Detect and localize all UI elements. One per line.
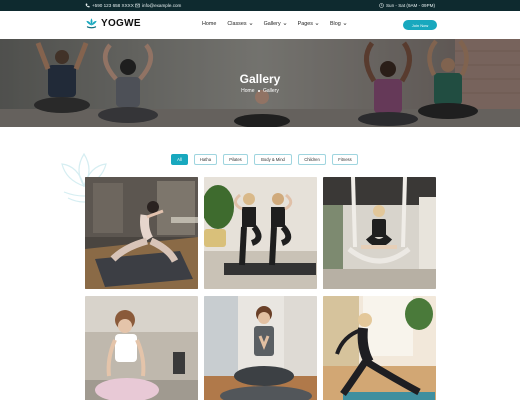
filter-fitness[interactable]: Fitness <box>332 154 358 165</box>
lotus-logo-icon <box>86 18 97 29</box>
top-info-bar: +590 123 658 XXXX info@example.com Sun -… <box>0 0 520 11</box>
chevron-down-icon <box>315 23 319 25</box>
gallery-item[interactable] <box>323 177 436 289</box>
gallery-item[interactable] <box>85 296 198 400</box>
breadcrumb-home-link[interactable]: Home <box>241 88 254 94</box>
gallery-image <box>85 296 198 400</box>
filter-pilates[interactable]: Pilates <box>223 154 248 165</box>
email-text: info@example.com <box>142 2 182 8</box>
main-nav: Home Classes Gallery Pages Blog <box>202 21 358 27</box>
phone-text: +590 123 658 XXXX <box>92 2 134 8</box>
nav-classes[interactable]: Classes <box>227 21 252 27</box>
page-title: Gallery <box>239 72 281 86</box>
join-now-button[interactable]: Join Now <box>403 20 437 30</box>
gallery-image <box>204 296 317 400</box>
gallery-item[interactable] <box>323 296 436 400</box>
nav-label: Classes <box>227 21 247 27</box>
gallery-image <box>323 296 436 400</box>
gallery-item[interactable] <box>204 296 317 400</box>
clock-icon <box>379 2 384 8</box>
topbar-phone[interactable]: +590 123 658 XXXX <box>85 3 134 8</box>
breadcrumb-separator <box>257 89 260 93</box>
gallery-item[interactable] <box>204 177 317 289</box>
filter-hatha[interactable]: Hatha <box>194 154 217 165</box>
nav-gallery[interactable]: Gallery <box>264 21 287 27</box>
hero-banner: Gallery Home Gallery <box>0 39 520 127</box>
nav-home[interactable]: Home <box>202 21 216 27</box>
nav-label: Home <box>202 21 217 27</box>
logo[interactable]: YOGWE <box>85 17 141 30</box>
nav-label: Gallery <box>263 21 281 27</box>
nav-pages[interactable]: Pages <box>298 21 319 27</box>
filter-body-mind[interactable]: Body & Mind <box>254 154 292 165</box>
topbar-email[interactable]: info@example.com <box>135 3 181 8</box>
topbar-hours: Sun - Sat (9AM - 09PM) <box>379 3 435 8</box>
nav-label: Pages <box>297 21 313 27</box>
mail-icon <box>135 3 140 7</box>
logo-text: YOGWE <box>101 18 141 29</box>
nav-blog[interactable]: Blog <box>330 21 347 27</box>
chevron-down-icon <box>249 23 252 25</box>
breadcrumb-current: Gallery <box>263 88 279 94</box>
breadcrumb: Home Gallery <box>0 88 520 94</box>
gallery-image <box>204 177 317 289</box>
nav-label: Blog <box>329 21 341 27</box>
chevron-down-icon <box>283 23 287 25</box>
gallery-image <box>85 177 198 289</box>
site-header: YOGWE Home Classes Gallery Pages Blog Jo… <box>0 11 520 39</box>
filter-all[interactable]: All <box>171 154 188 165</box>
gallery-image <box>323 177 436 289</box>
hours-text: Sun - Sat (9AM - 09PM) <box>385 2 435 8</box>
phone-icon <box>85 3 90 7</box>
gallery-item[interactable] <box>85 177 198 289</box>
gallery-filter-bar: All Hatha Pilates Body & Mind Children F… <box>171 154 358 165</box>
chevron-down-icon <box>343 23 347 25</box>
filter-children[interactable]: Children <box>298 154 326 165</box>
